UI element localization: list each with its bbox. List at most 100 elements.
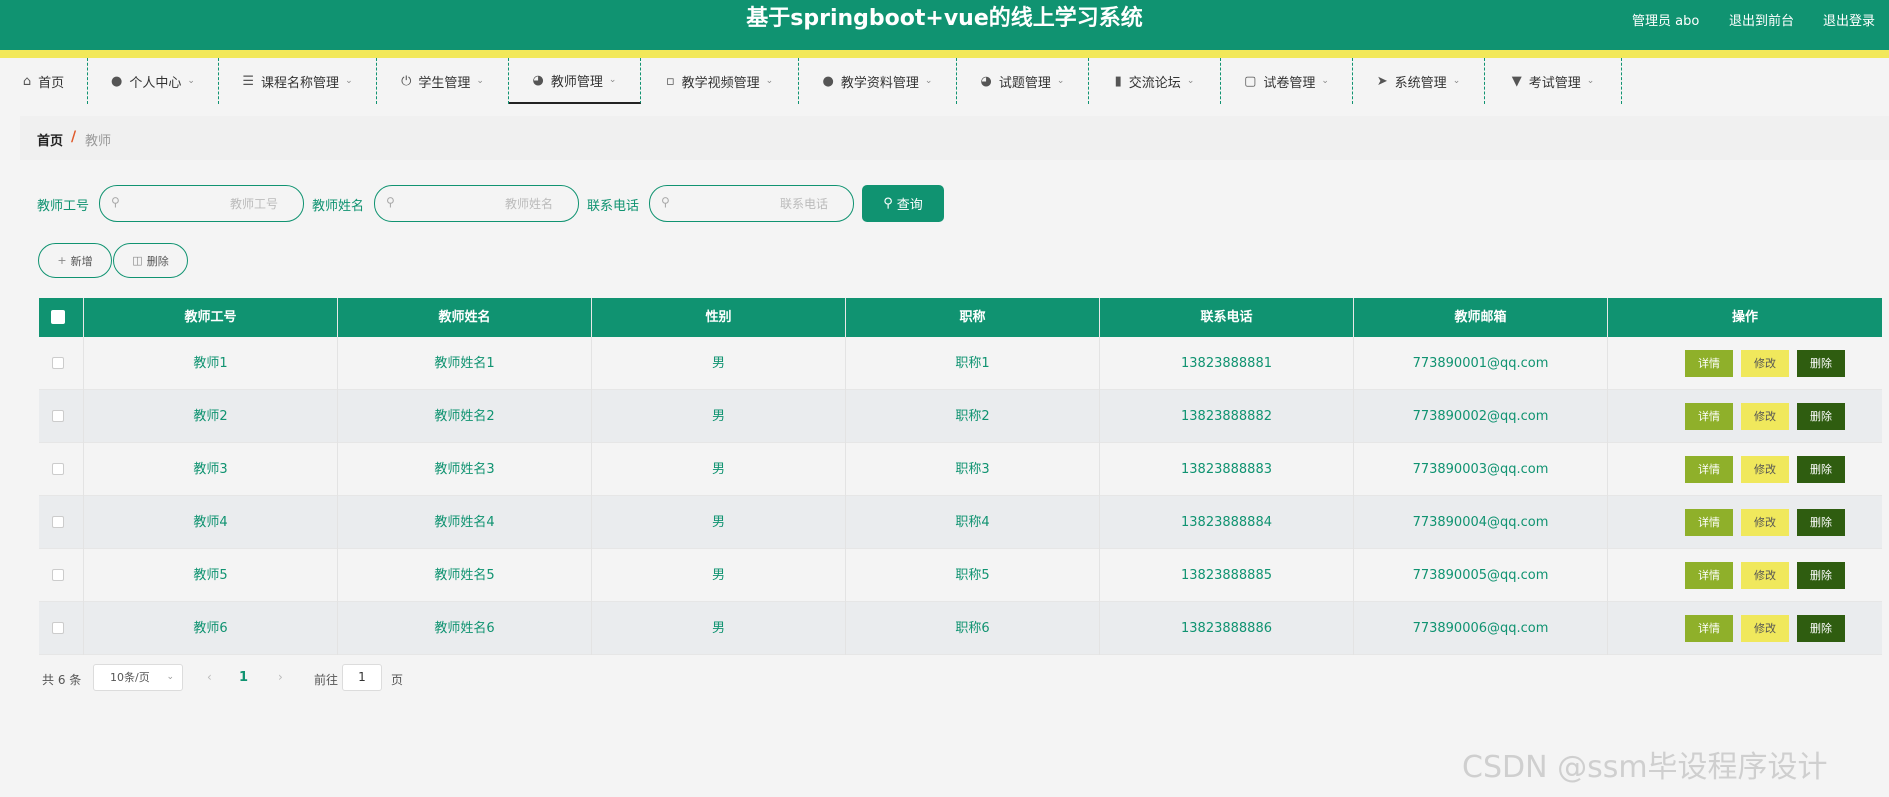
nav-item-videos[interactable]: ▫ 教学视频管理 ⌄ (641, 58, 799, 104)
nav-item-system[interactable]: ➤ 系统管理 ⌄ (1353, 58, 1485, 104)
cell-title: 职称2 (846, 390, 1100, 443)
delete-button[interactable]: 删除 (1797, 350, 1845, 377)
cell-gender: 男 (592, 337, 846, 390)
row-checkbox[interactable] (52, 410, 64, 422)
row-checkbox[interactable] (52, 569, 64, 581)
cell-phone: 13823888882 (1100, 390, 1354, 443)
column-header[interactable]: 教师邮箱 (1354, 298, 1608, 337)
table-row: 教师5 教师姓名5 男职称5 13823888885 773890005@qq.com 详… (39, 549, 1882, 602)
column-header[interactable]: 性别 (592, 298, 846, 337)
chevron-down-icon: ⌄ (1186, 76, 1195, 86)
cell-email: 773890004@qq.com (1354, 496, 1608, 549)
cell-title: 职称4 (846, 496, 1100, 549)
logout-link[interactable]: 退出登录 (1823, 10, 1875, 29)
cell-name: 教师姓名4 (338, 496, 592, 549)
column-header[interactable]: 联系电话 (1100, 298, 1354, 337)
cell-email: 773890001@qq.com (1354, 337, 1608, 390)
cell-id: 教师4 (84, 496, 338, 549)
user-icon: ● (822, 73, 834, 89)
column-header[interactable]: 教师姓名 (338, 298, 592, 337)
phone-search-box: ⚲ (649, 185, 854, 222)
row-checkbox[interactable] (52, 622, 64, 634)
edit-button[interactable]: 修改 (1741, 562, 1789, 589)
briefcase-icon: ▢ (1244, 73, 1257, 89)
teacher-id-input[interactable] (130, 194, 290, 214)
nav-item-students[interactable]: ⏻ 学生管理 ⌄ (377, 58, 509, 104)
send-icon: ➤ (1376, 73, 1388, 89)
breadcrumb-home[interactable]: 首页 (37, 130, 63, 149)
teacher-name-input[interactable] (405, 194, 565, 214)
detail-button[interactable]: 详情 (1685, 350, 1733, 377)
breadcrumb-current: 教师 (85, 134, 112, 149)
cell-email: 773890003@qq.com (1354, 443, 1608, 496)
delete-button[interactable]: 删除 (1797, 509, 1845, 536)
detail-button[interactable]: 详情 (1685, 509, 1733, 536)
select-all-checkbox[interactable] (51, 310, 65, 324)
next-page-button[interactable]: › (278, 670, 283, 684)
detail-button[interactable]: 详情 (1685, 403, 1733, 430)
nav-item-label: 教学视频管理 (681, 75, 760, 91)
table-row: 教师6 教师姓名6 男职称6 13823888886 773890006@qq.com 详… (39, 602, 1882, 655)
cell-email: 773890002@qq.com (1354, 390, 1608, 443)
add-button[interactable]: + 新增 (38, 243, 112, 278)
detail-button[interactable]: 详情 (1685, 562, 1733, 589)
cell-phone: 13823888884 (1100, 496, 1354, 549)
delete-button[interactable]: 删除 (1797, 403, 1845, 430)
cell-phone: 13823888883 (1100, 443, 1354, 496)
delete-button[interactable]: 删除 (1797, 456, 1845, 483)
prev-page-button[interactable]: ‹ (207, 670, 212, 684)
column-header[interactable]: 教师工号 (84, 298, 338, 337)
back-to-front-link[interactable]: 退出到前台 (1729, 10, 1794, 29)
column-header[interactable]: 职称 (846, 298, 1100, 337)
list-icon: ☰ (242, 73, 255, 89)
phone-input[interactable] (680, 194, 840, 214)
cell-gender: 男 (592, 443, 846, 496)
edit-button[interactable]: 修改 (1741, 509, 1789, 536)
nav-item-exams[interactable]: ▼ 考试管理 ⌄ (1485, 58, 1622, 104)
nav-item-home[interactable]: ⌂ 首页 (0, 58, 87, 104)
edit-button[interactable]: 修改 (1741, 403, 1789, 430)
nav-item-forum[interactable]: ▮ 交流论坛 ⌄ (1089, 58, 1221, 104)
cell-gender: 男 (592, 390, 846, 443)
plus-icon: + (57, 254, 67, 267)
cell-gender: 男 (592, 496, 846, 549)
nav-item-label: 交流论坛 (1128, 75, 1181, 91)
batch-delete-button[interactable]: ◫ 删除 (113, 243, 188, 278)
nav-item-personal-center[interactable]: ● 个人中心 ⌄ (87, 58, 219, 104)
row-checkbox[interactable] (52, 463, 64, 475)
row-select-cell (39, 390, 84, 443)
teacher-id-label: 教师工号 (37, 199, 90, 214)
edit-button[interactable]: 修改 (1741, 615, 1789, 642)
row-checkbox[interactable] (52, 357, 64, 369)
cell-name: 教师姓名1 (338, 337, 592, 390)
breadcrumb: 首页 / 教师 (20, 116, 1889, 160)
goto-page-input[interactable]: 1 (342, 664, 382, 691)
detail-button[interactable]: 详情 (1685, 615, 1733, 642)
edit-button[interactable]: 修改 (1741, 350, 1789, 377)
row-checkbox[interactable] (52, 516, 64, 528)
trash-icon: ◫ (132, 254, 143, 267)
nav-item-teachers[interactable]: ◕ 教师管理 ⌄ (509, 58, 641, 104)
detail-button[interactable]: 详情 (1685, 456, 1733, 483)
cell-email: 773890006@qq.com (1354, 602, 1608, 655)
chevron-down-icon: ⌄ (924, 76, 933, 86)
page-size-select[interactable]: 10条/页 ⌄ (93, 664, 183, 691)
cell-id: 教师2 (84, 390, 338, 443)
cell-title: 职称6 (846, 602, 1100, 655)
delete-button[interactable]: 删除 (1797, 615, 1845, 642)
page-number[interactable]: 1 (239, 670, 248, 685)
pin-icon: ▼ (1511, 73, 1522, 89)
cell-name: 教师姓名5 (338, 549, 592, 602)
edit-button[interactable]: 修改 (1741, 456, 1789, 483)
main-content: 教师工号 ⚲ 教师姓名 ⚲ 联系电话 ⚲ ⚲ 查询 + 新增 ◫ 删除 教师工号… (20, 168, 1889, 710)
top-header: 基于springboot+vue的线上学习系统 管理员 abo 退出到前台 退出… (0, 0, 1889, 50)
nav-item-materials[interactable]: ● 教学资料管理 ⌄ (799, 58, 957, 104)
nav-item-papers[interactable]: ▢ 试卷管理 ⌄ (1221, 58, 1353, 104)
nav-item-course-name[interactable]: ☰ 课程名称管理 ⌄ (219, 58, 377, 104)
query-button[interactable]: ⚲ 查询 (862, 185, 944, 222)
nav-item-questions[interactable]: ◕ 试题管理 ⌄ (957, 58, 1089, 104)
column-header: 操作 (1731, 310, 1758, 325)
query-button-label: 查询 (896, 198, 923, 213)
row-select-cell (39, 443, 84, 496)
delete-button[interactable]: 删除 (1797, 562, 1845, 589)
